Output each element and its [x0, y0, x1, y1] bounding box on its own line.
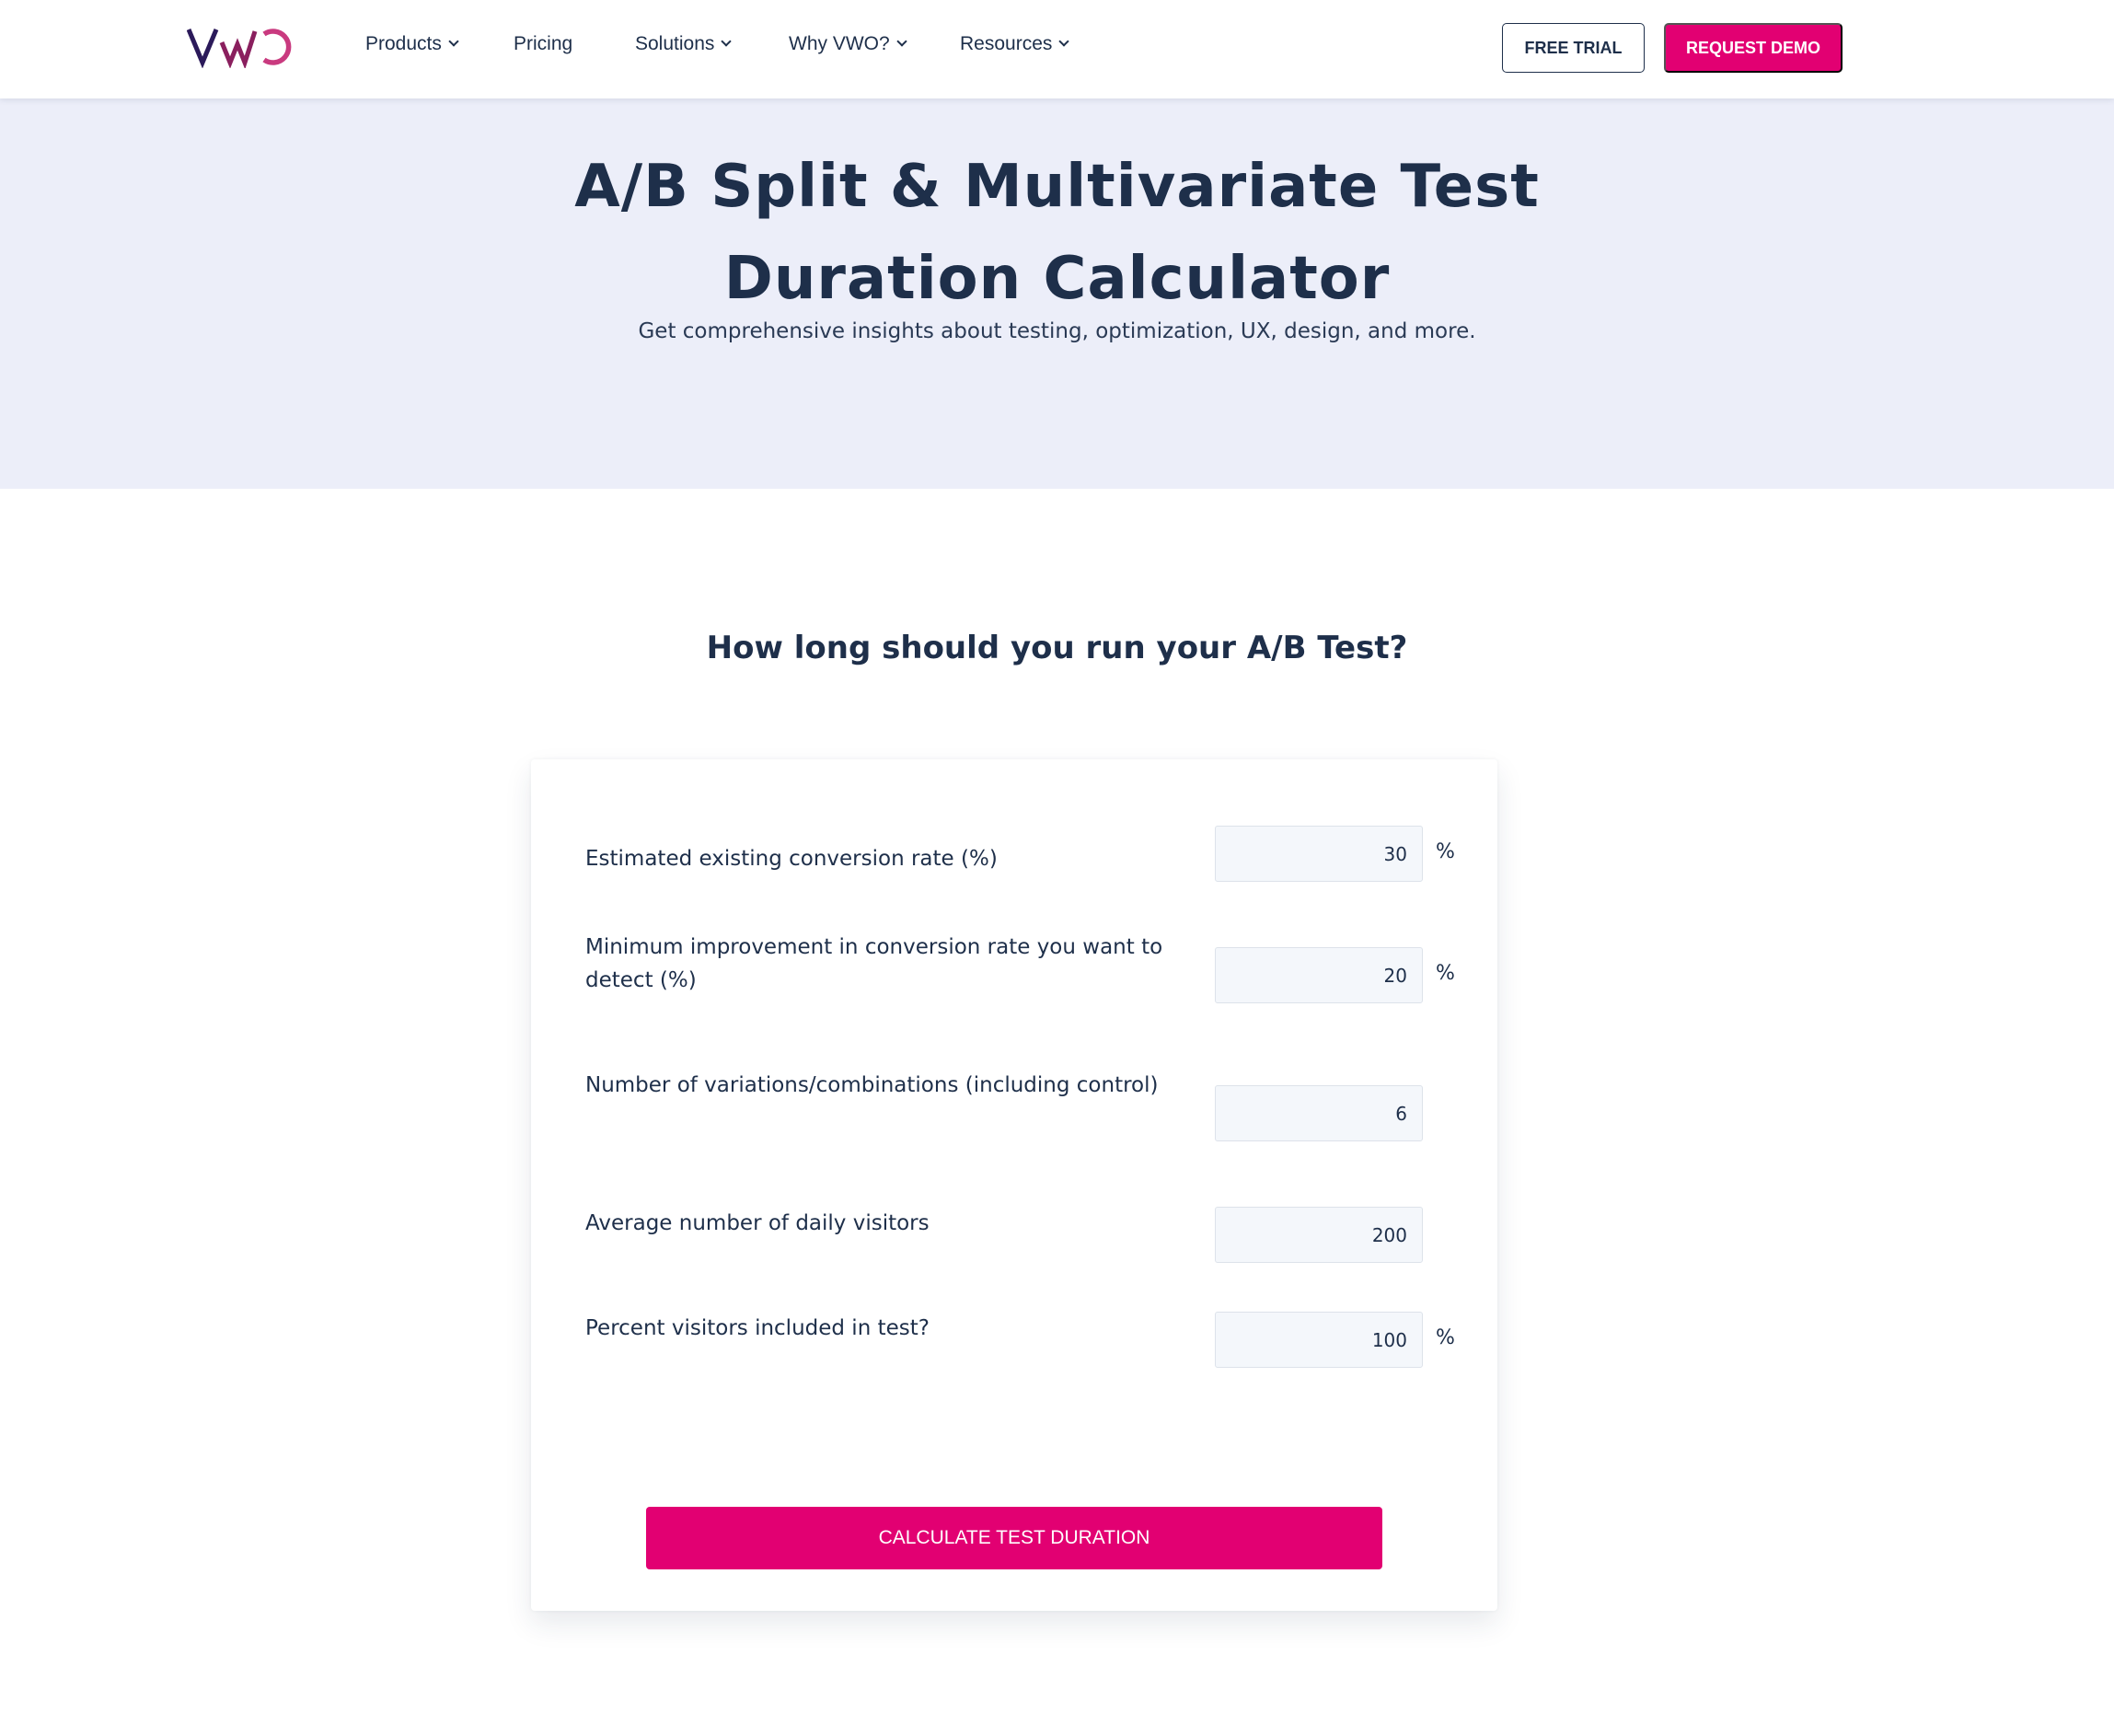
conversion-rate-input[interactable] — [1215, 826, 1423, 882]
hero-subtitle: Get comprehensive insights about testing… — [638, 319, 1476, 343]
calculator-heading: How long should you run your A/B Test? — [706, 630, 1408, 666]
min-improvement-input[interactable] — [1215, 947, 1423, 1003]
variations-label: Number of variations/combinations (inclu… — [585, 1073, 1159, 1097]
variations-input[interactable] — [1215, 1085, 1423, 1141]
min-improvement-label: Minimum improvement in conversion rate y… — [585, 935, 1163, 992]
min-improvement-unit: % — [1436, 962, 1455, 985]
calculator-card: Estimated existing conversion rate (%) %… — [531, 759, 1497, 1611]
nav-products-label: Products — [365, 33, 442, 54]
nav-why-vwo-label: Why VWO? — [789, 33, 890, 54]
page-title-line-1: A/B Split & Multivariate Test — [574, 153, 1540, 221]
vwo-logo-icon — [186, 29, 292, 70]
chevron-down-icon — [896, 36, 907, 47]
chevron-down-icon — [721, 36, 733, 47]
percent-visitors-label: Percent visitors included in test? — [585, 1316, 930, 1340]
hero-banner: A/B Split & Multivariate Test Duration C… — [0, 98, 2114, 489]
percent-visitors-input[interactable] — [1215, 1312, 1423, 1368]
page-title: A/B Split & Multivariate Test Duration C… — [0, 141, 2114, 325]
chevron-down-icon — [1058, 36, 1070, 47]
nav-solutions-label: Solutions — [635, 33, 715, 54]
nav-pricing-label: Pricing — [514, 33, 573, 54]
nav-pricing[interactable]: Pricing — [514, 33, 572, 55]
conversion-rate-unit: % — [1436, 840, 1455, 863]
nav-solutions[interactable]: Solutions — [635, 33, 733, 55]
nav-why-vwo[interactable]: Why VWO? — [789, 33, 907, 55]
conversion-rate-label: Estimated existing conversion rate (%) — [585, 847, 998, 871]
nav-resources[interactable]: Resources — [960, 33, 1070, 55]
page-title-line-2: Duration Calculator — [723, 245, 1391, 313]
daily-visitors-label: Average number of daily visitors — [585, 1211, 930, 1235]
vwo-logo[interactable] — [186, 26, 297, 70]
nav-resources-label: Resources — [960, 33, 1053, 54]
calculate-test-duration-button[interactable]: CALCULATE TEST DURATION — [646, 1507, 1382, 1569]
free-trial-button[interactable]: FREE TRIAL — [1502, 23, 1645, 73]
top-navbar: Products Pricing Solutions Why VWO? Reso… — [0, 0, 2114, 98]
chevron-down-icon — [448, 36, 459, 47]
daily-visitors-input[interactable] — [1215, 1207, 1423, 1263]
percent-visitors-unit: % — [1436, 1326, 1455, 1349]
nav-products[interactable]: Products — [365, 33, 459, 55]
request-demo-button[interactable]: REQUEST DEMO — [1664, 23, 1843, 73]
